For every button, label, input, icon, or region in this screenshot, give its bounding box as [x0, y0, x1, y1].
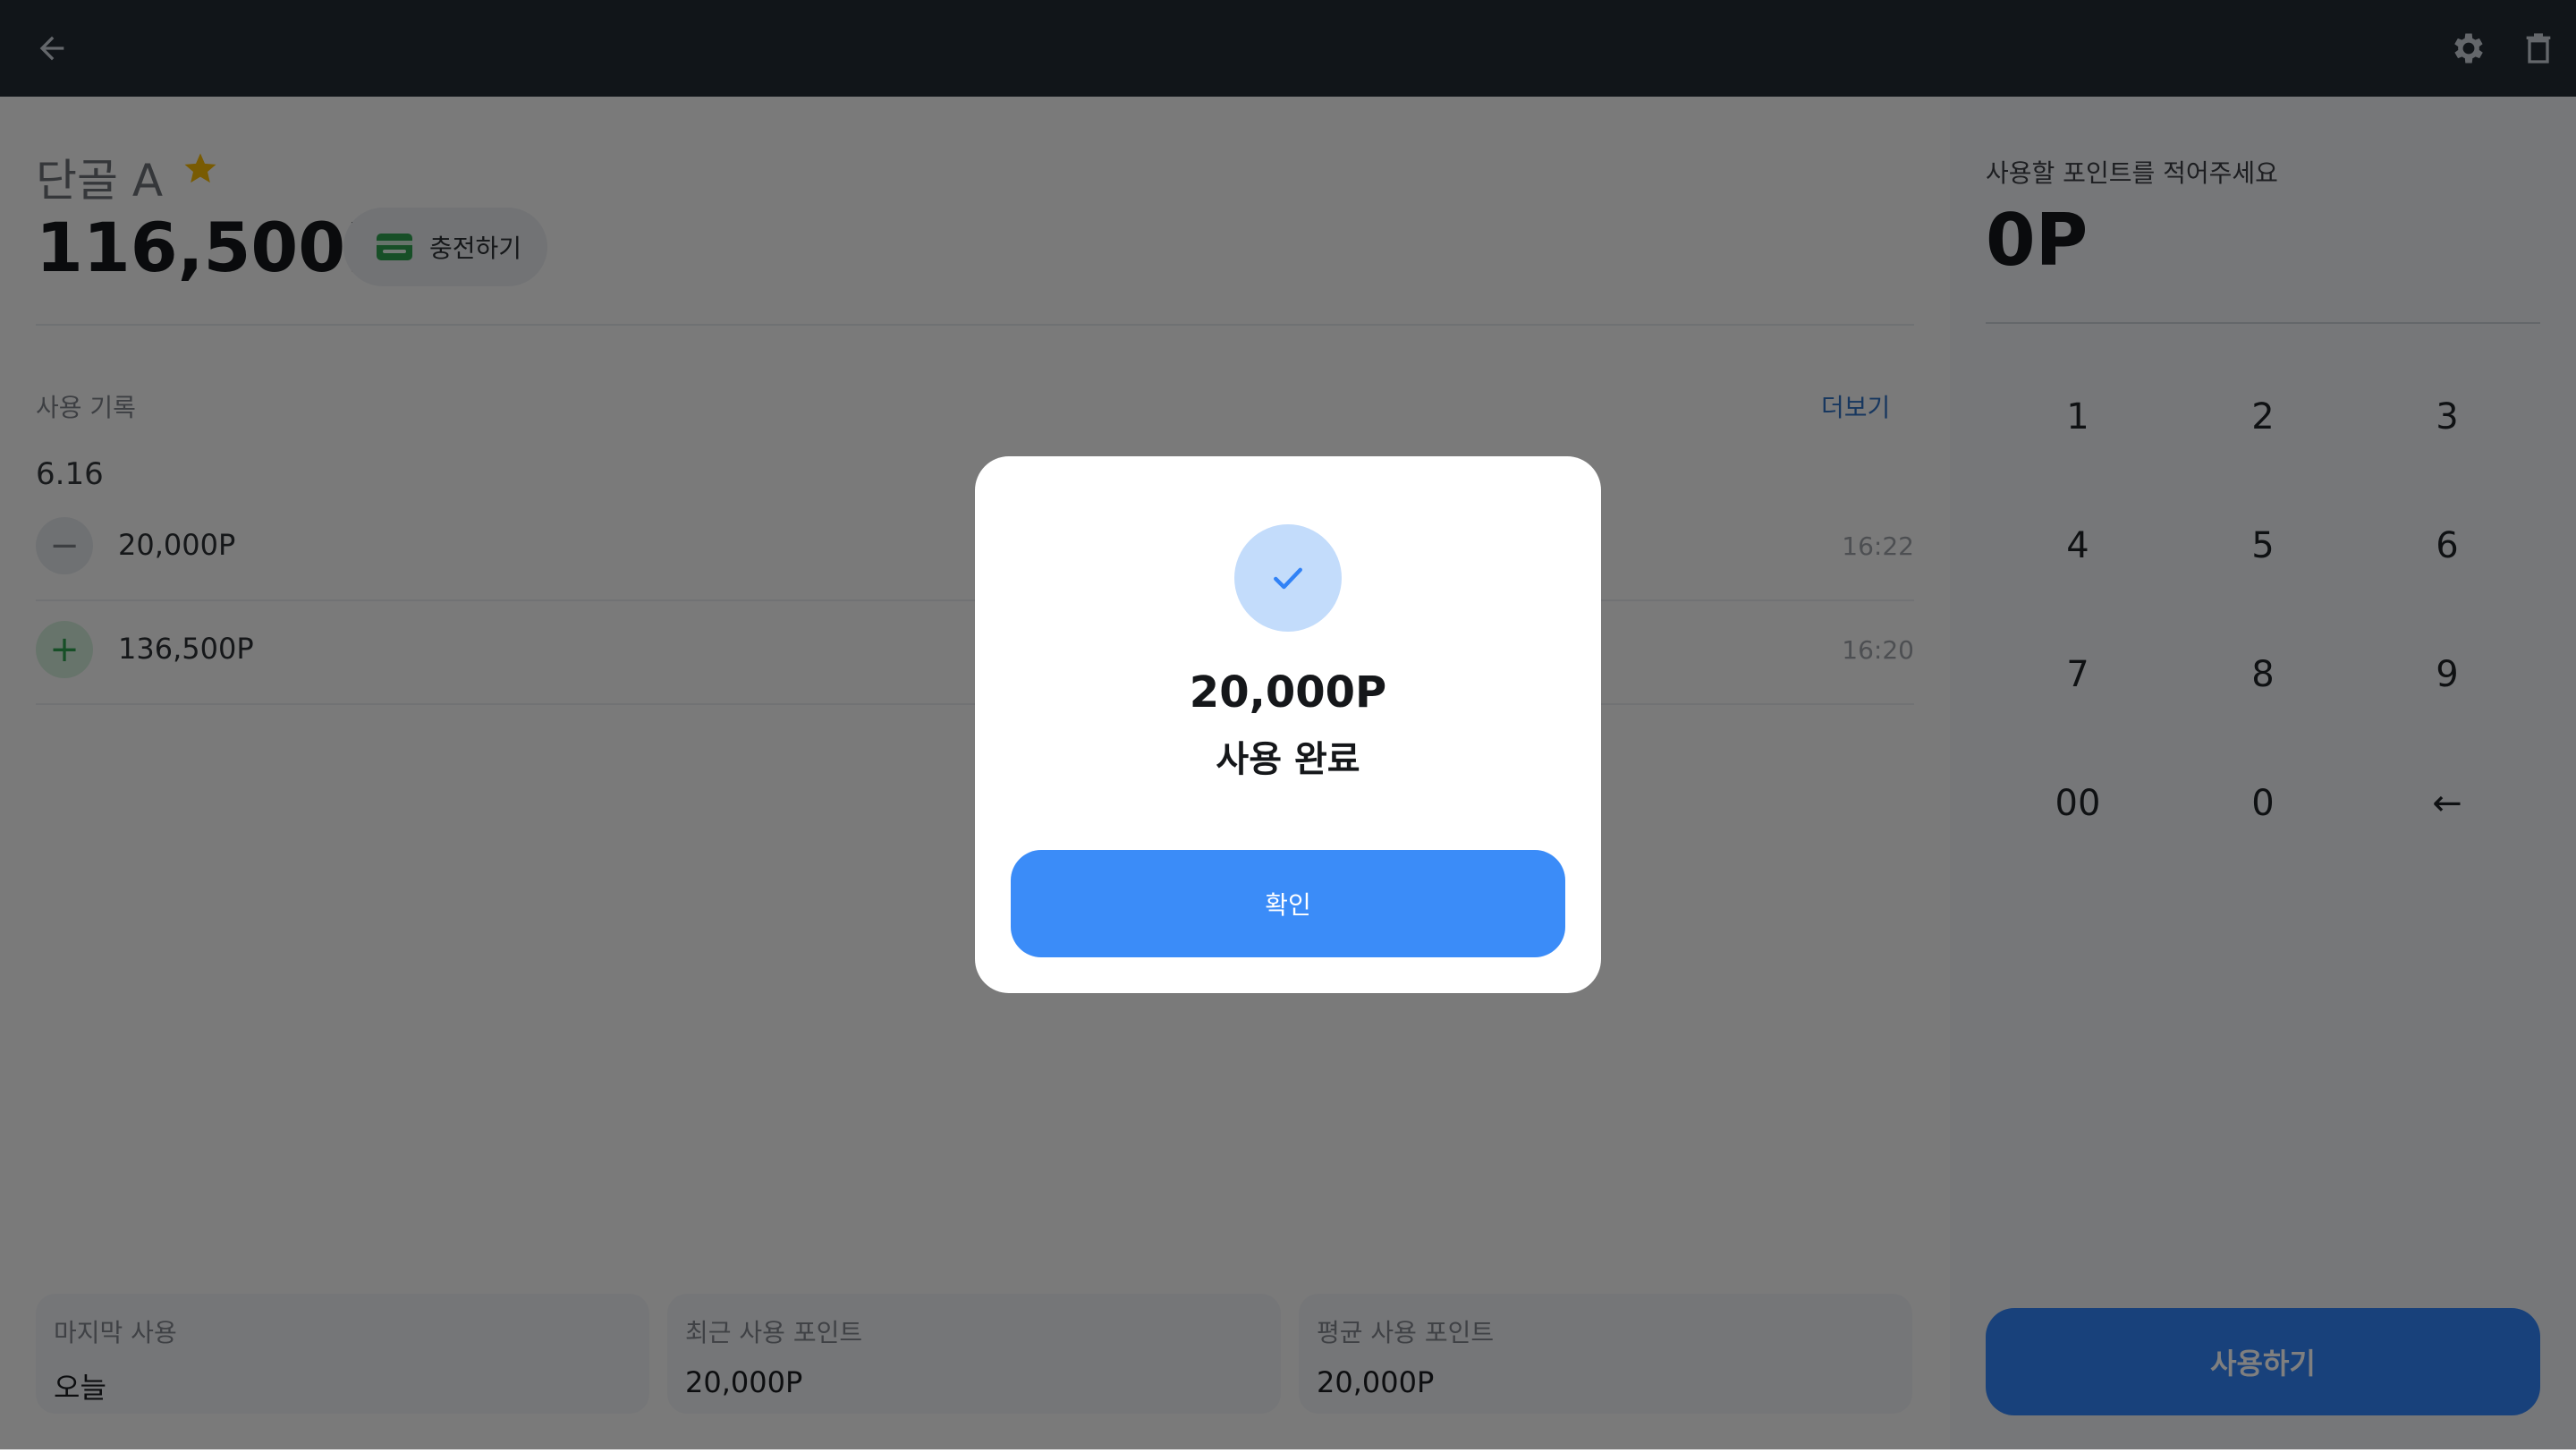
bottom-edge [0, 1449, 2576, 1453]
check-icon [1274, 567, 1302, 590]
success-dialog: 20,000P 사용 완료 확인 [975, 456, 1601, 993]
dialog-amount: 20,000P [1189, 667, 1387, 718]
success-badge [1234, 524, 1342, 632]
dialog-status: 사용 완료 [1216, 739, 1360, 780]
confirm-button[interactable]: 확인 [1011, 850, 1565, 957]
